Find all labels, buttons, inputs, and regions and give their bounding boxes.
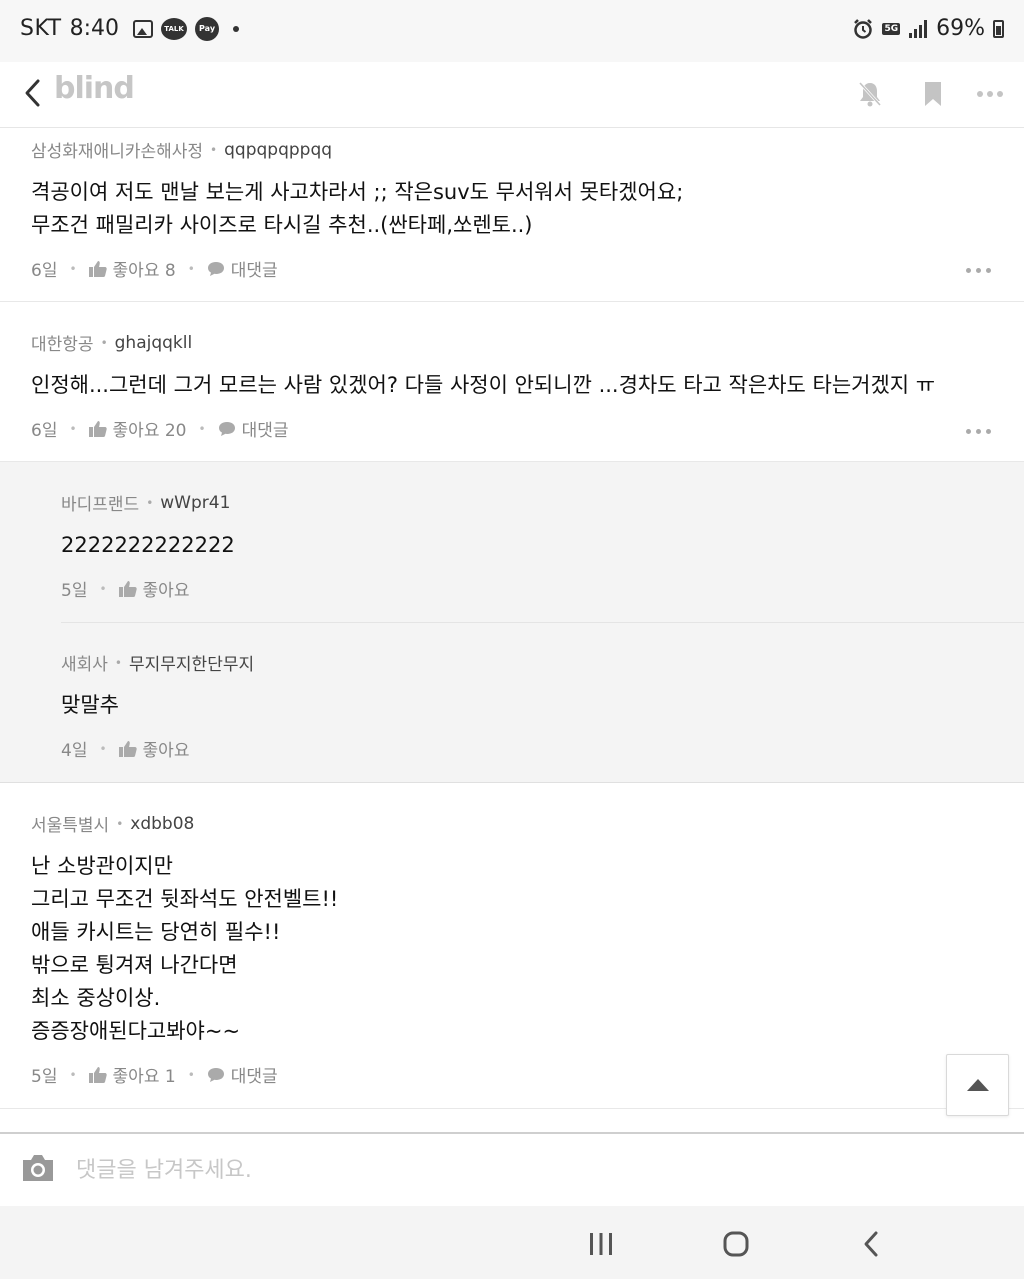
like-label: 좋아요 20 [112, 421, 187, 441]
recents-icon [590, 1233, 612, 1255]
comment-age: 5일 [31, 1067, 58, 1087]
camera-icon [23, 1155, 53, 1181]
image-icon [133, 19, 154, 38]
scroll-to-top-button[interactable] [946, 1054, 1009, 1116]
comment-item: 삼성화재애니카손해사정 • qqpqpqppqq 격공이여 저도 맨날 보는게 … [0, 128, 1024, 302]
bell-off-icon [858, 81, 882, 107]
comment-input-bar [0, 1132, 1024, 1206]
comment-age: 6일 [31, 261, 58, 281]
comment-list: 삼성화재애니카손해사정 • qqpqpqppqq 격공이여 저도 맨날 보는게 … [0, 128, 1024, 1109]
comment-nickname: wWpr41 [160, 492, 231, 513]
reply-button[interactable]: 대댓글 [207, 256, 278, 281]
home-button[interactable] [711, 1224, 761, 1264]
battery-icon [993, 19, 1004, 38]
battery-percent: 69% [936, 16, 985, 41]
status-bar: SKT 8:40 TALK Pay 5G 69% [0, 0, 1024, 62]
speech-bubble-icon [218, 421, 235, 436]
comment-text: 2222222222222 [61, 533, 235, 557]
blind-logo: blind [54, 71, 135, 106]
clock: 8:40 [69, 16, 120, 41]
thumbs-up-icon [88, 261, 107, 277]
comment-item: 서울특별시 • xdbb08 난 소방관이지만 그리고 무조건 뒷좌석도 안전벨… [0, 783, 1024, 1109]
camera-button[interactable] [20, 1152, 56, 1188]
like-button[interactable]: 좋아요 20 [88, 416, 187, 441]
system-nav-bar [0, 1206, 1024, 1279]
bookmark-button[interactable] [913, 74, 953, 114]
kakaopay-icon: Pay [195, 16, 220, 41]
kakaotalk-icon: TALK [161, 17, 188, 40]
comment-input[interactable] [76, 1148, 956, 1192]
reply-item: 바디프랜드 • wWpr41 2222222222222 5일 • 좋아요 [0, 462, 1024, 622]
like-label: 좋아요 [142, 741, 190, 761]
reply-item: 새회사 • 무지무지한단무지 맞말추 4일 • 좋아요 [0, 623, 1024, 782]
comment-company: 바디프랜드 [61, 495, 140, 515]
reply-label: 대댓글 [230, 1067, 278, 1087]
comment-company: 대한항공 [31, 335, 94, 355]
like-label: 좋아요 [142, 581, 190, 601]
chevron-left-icon [25, 79, 40, 107]
home-icon [723, 1231, 749, 1257]
comment-company: 새회사 [61, 655, 108, 675]
reply-label: 대댓글 [241, 421, 289, 441]
back-icon [864, 1231, 878, 1257]
comment-age: 6일 [31, 421, 58, 441]
reply-label: 대댓글 [230, 261, 278, 281]
thumbs-up-icon [88, 1067, 107, 1083]
like-button[interactable]: 좋아요 8 [88, 256, 176, 281]
triangle-up-icon [966, 1079, 989, 1091]
comment-text: 맞말추 [61, 693, 119, 717]
comment-more-button[interactable] [966, 424, 996, 438]
like-label: 좋아요 8 [112, 261, 176, 281]
like-button[interactable]: 좋아요 [118, 736, 190, 761]
comment-more-button[interactable] [966, 263, 996, 277]
thumbs-up-icon [118, 741, 137, 757]
like-button[interactable]: 좋아요 1 [88, 1062, 176, 1087]
signal-icon [909, 19, 928, 38]
comment-nickname: xdbb08 [130, 813, 195, 834]
comment-age: 4일 [61, 741, 88, 761]
comment-age: 5일 [61, 581, 88, 601]
comment-text: 격공이여 저도 맨날 보는게 사고차라서 ;; 작은suv도 무서워서 못타겠어… [31, 180, 684, 237]
app-header: blind [0, 62, 1024, 128]
recents-button[interactable] [576, 1224, 626, 1264]
thumbs-up-icon [88, 421, 107, 437]
comment-text: 인정해...그런데 그거 모르는 사람 있겠어? 다들 사정이 안되니깐 ...… [31, 373, 936, 397]
network-5g-icon: 5G [882, 22, 901, 35]
reply-button[interactable]: 대댓글 [218, 416, 289, 441]
back-button[interactable] [20, 74, 48, 112]
like-label: 좋아요 1 [112, 1067, 176, 1087]
more-icon [977, 91, 1003, 97]
like-button[interactable]: 좋아요 [118, 576, 190, 601]
comment-company: 삼성화재애니카손해사정 [31, 142, 204, 162]
comment-text: 난 소방관이지만 그리고 무조건 뒷좌석도 안전벨트!! 애들 카시트는 당연히… [31, 854, 339, 1043]
reply-group: 바디프랜드 • wWpr41 2222222222222 5일 • 좋아요 새회… [0, 462, 1024, 783]
comment-nickname: ghajqqkll [114, 332, 193, 353]
more-notifications-dot [233, 25, 240, 32]
reply-button[interactable]: 대댓글 [207, 1062, 278, 1087]
comment-nickname: 무지무지한단무지 [129, 655, 255, 675]
carrier-label: SKT [20, 16, 62, 41]
speech-bubble-icon [207, 1067, 224, 1082]
comment-nickname: qqpqpqppqq [224, 139, 333, 160]
thumbs-up-icon [118, 581, 137, 597]
comment-company: 서울특별시 [31, 816, 110, 836]
alarm-icon [854, 18, 873, 39]
notification-toggle-button[interactable] [850, 74, 890, 114]
nav-back-button[interactable] [846, 1224, 896, 1264]
bookmark-icon [925, 82, 941, 106]
more-options-button[interactable] [970, 74, 1010, 114]
comment-item: 대한항공 • ghajqqkll 인정해...그런데 그거 모르는 사람 있겠어… [0, 302, 1024, 462]
speech-bubble-icon [207, 261, 224, 276]
